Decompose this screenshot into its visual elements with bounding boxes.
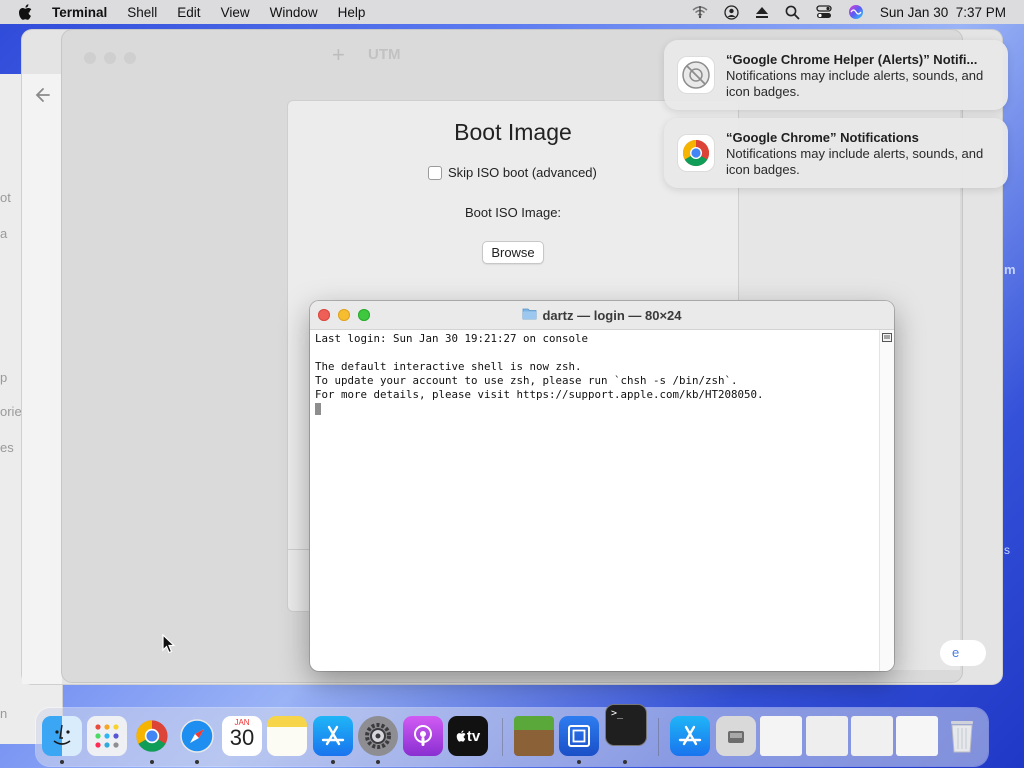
folder-icon — [522, 307, 537, 323]
system-preferences-icon[interactable] — [358, 716, 398, 756]
sidebar-fragment: n — [0, 706, 8, 721]
minimized-window-thumbnail[interactable] — [806, 716, 848, 756]
utm-close-button[interactable] — [84, 52, 96, 64]
sidebar-fragment: a — [0, 226, 8, 241]
terminal-line: ​ — [315, 346, 875, 360]
utm-window-title: UTM — [368, 46, 401, 63]
background-button-label: e — [952, 645, 960, 660]
google-chrome-dock-icon[interactable] — [132, 716, 172, 756]
utm-zoom-button[interactable] — [124, 52, 136, 64]
calendar-icon[interactable]: JAN 30 — [222, 716, 262, 756]
dock-separator — [502, 718, 503, 756]
sidebar-fragment: ot — [0, 190, 11, 205]
menu-app-name[interactable]: Terminal — [52, 5, 107, 20]
minimized-window-thumbnail[interactable] — [896, 716, 938, 756]
background-app-sidebar — [22, 74, 62, 684]
launchpad-icon[interactable] — [87, 716, 127, 756]
notification-chrome-helper[interactable]: “Google Chrome Helper (Alerts)” Notifi..… — [664, 40, 1008, 110]
background-button[interactable]: e — [940, 640, 986, 666]
notification-chrome[interactable]: “Google Chrome” Notifications Notificati… — [664, 118, 1008, 188]
mouse-pointer-icon — [162, 633, 176, 659]
siri-icon[interactable] — [848, 4, 864, 20]
menu-shell[interactable]: Shell — [127, 5, 157, 20]
notification-body: Notifications may include alerts, sounds… — [726, 68, 984, 99]
running-indicator — [376, 760, 380, 764]
disk-image-icon[interactable] — [716, 716, 756, 756]
eject-icon[interactable] — [755, 6, 769, 19]
terminal-line: For more details, please visit https://s… — [315, 388, 764, 401]
spotlight-search-icon[interactable] — [785, 5, 800, 20]
skip-iso-label: Skip ISO boot (advanced) — [448, 165, 597, 180]
terminal-dock-icon[interactable]: >_ — [605, 704, 647, 746]
terminal-line: Last login: Sun Jan 30 19:21:27 on conso… — [315, 332, 589, 345]
sidebar-fragment: p — [0, 370, 8, 385]
apple-tv-label: tv — [466, 727, 481, 745]
user-account-icon[interactable] — [724, 4, 739, 20]
chrome-helper-icon — [678, 57, 714, 93]
back-arrow-icon[interactable] — [34, 86, 52, 109]
minecraft-icon[interactable] — [514, 716, 554, 756]
notes-icon[interactable] — [267, 716, 307, 756]
skip-iso-option[interactable]: Skip ISO boot (advanced) — [428, 165, 597, 180]
browse-button[interactable]: Browse — [482, 241, 544, 264]
terminal-line: The default interactive shell is now zsh… — [315, 360, 582, 373]
menu-bar: Terminal Shell Edit View Window Help Sun… — [0, 0, 1024, 24]
trash-icon[interactable] — [942, 716, 982, 756]
running-indicator — [60, 760, 64, 764]
menu-edit[interactable]: Edit — [177, 5, 200, 20]
scroll-marker-icon — [882, 333, 892, 342]
dock-separator — [658, 718, 659, 756]
notification-body: Notifications may include alerts, sounds… — [726, 146, 984, 177]
text-cursor — [315, 403, 321, 415]
running-indicator — [331, 760, 335, 764]
app-store-icon[interactable] — [313, 716, 353, 756]
boot-iso-label: Boot ISO Image: — [464, 205, 562, 220]
menu-extras: Sun Jan 30 7:37 PM — [692, 0, 1006, 24]
menu-view[interactable]: View — [221, 5, 250, 20]
terminal-title: dartz — login — 80×24 — [310, 307, 894, 323]
running-indicator — [195, 760, 199, 764]
podcasts-icon[interactable] — [403, 716, 443, 756]
terminal-scrollbar[interactable] — [879, 330, 894, 671]
chrome-icon — [678, 135, 714, 171]
minimized-window-thumbnail[interactable] — [851, 716, 893, 756]
terminal-window[interactable]: dartz — login — 80×24 Last login: Sun Ja… — [310, 301, 894, 671]
notification-title: “Google Chrome Helper (Alerts)” Notifi..… — [726, 52, 978, 67]
applications-folder-icon[interactable] — [670, 716, 710, 756]
running-indicator — [577, 760, 581, 764]
terminal-output[interactable]: Last login: Sun Jan 30 19:21:27 on conso… — [315, 332, 875, 416]
add-vm-button[interactable]: + — [332, 42, 345, 68]
skip-iso-checkbox[interactable] — [428, 165, 442, 180]
apple-tv-icon[interactable]: tv — [448, 716, 488, 756]
menu-window[interactable]: Window — [270, 5, 318, 20]
wifi-off-icon[interactable] — [692, 5, 708, 19]
running-indicator — [150, 760, 154, 764]
sidebar-fragment: es — [0, 440, 14, 455]
finder-icon[interactable] — [42, 716, 82, 756]
running-indicator — [623, 760, 627, 764]
menu-help[interactable]: Help — [338, 5, 366, 20]
dock: JAN 30 tv >_ — [36, 704, 988, 766]
clock-datetime[interactable]: Sun Jan 30 7:37 PM — [880, 5, 1006, 20]
minimized-window-thumbnail[interactable] — [760, 716, 802, 756]
sidebar-fragment: orie — [0, 404, 22, 419]
terminal-line: To update your account to use zsh, pleas… — [315, 374, 738, 387]
utm-icon[interactable] — [559, 716, 599, 756]
background-fragment: m — [1004, 262, 1016, 277]
control-center-icon[interactable] — [816, 5, 832, 19]
utm-minimize-button[interactable] — [104, 52, 116, 64]
background-fragment: s — [1004, 543, 1010, 557]
calendar-day: 30 — [229, 725, 255, 750]
terminal-title-text: dartz — login — 80×24 — [542, 307, 682, 323]
terminal-prompt — [315, 402, 875, 416]
apple-menu-icon[interactable] — [18, 4, 36, 20]
notification-title: “Google Chrome” Notifications — [726, 130, 919, 145]
safari-icon[interactable] — [177, 716, 217, 756]
